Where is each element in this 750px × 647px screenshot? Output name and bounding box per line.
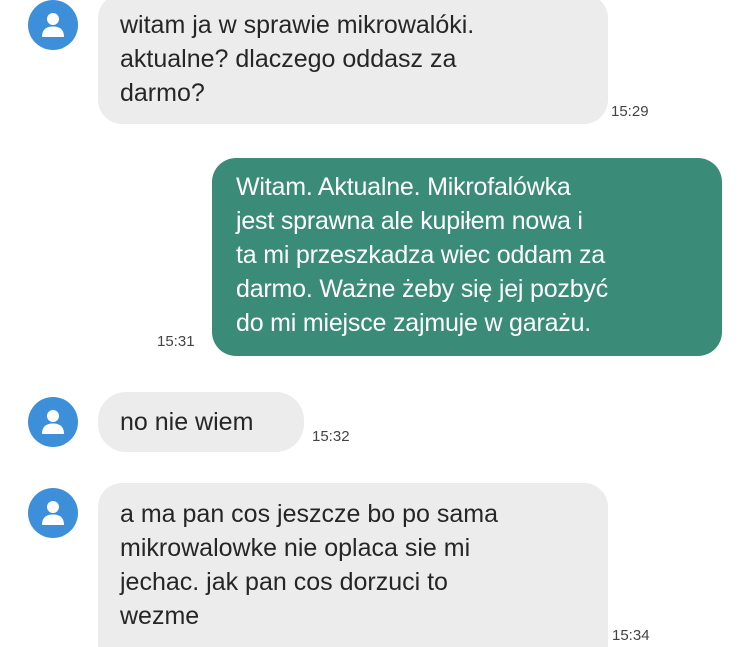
message-bubble-incoming[interactable]: witam ja w sprawie mikrowalóki. aktualne…	[98, 0, 608, 124]
message-timestamp: 15:29	[611, 103, 649, 120]
message-bubble-outgoing[interactable]: Witam. Aktualne. Mikrofalówka jest spraw…	[212, 158, 722, 356]
message-bubble-incoming[interactable]: a ma pan cos jeszcze bo po sama mikrowal…	[98, 483, 608, 647]
contact-avatar[interactable]	[28, 397, 78, 447]
message-thread: witam ja w sprawie mikrowalóki. aktualne…	[0, 0, 750, 647]
message-timestamp: 15:32	[312, 428, 350, 445]
contact-avatar[interactable]	[28, 488, 78, 538]
contact-avatar[interactable]	[28, 0, 78, 50]
person-icon	[42, 410, 64, 434]
message-timestamp: 15:34	[612, 627, 650, 644]
person-icon	[42, 501, 64, 525]
message-timestamp: 15:31	[157, 333, 195, 350]
person-icon	[42, 13, 64, 37]
message-bubble-incoming[interactable]: no nie wiem	[98, 392, 304, 452]
